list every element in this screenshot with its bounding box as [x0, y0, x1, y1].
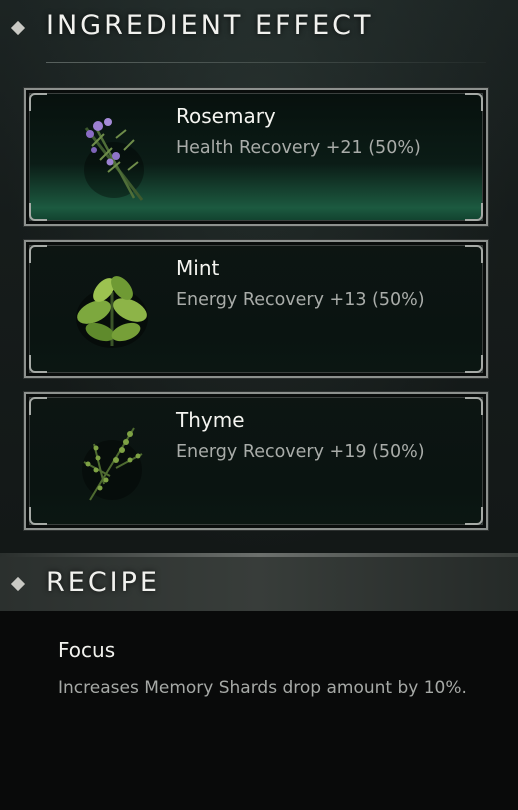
- recipe-name: Focus: [58, 638, 116, 662]
- recipe-title: RECIPE: [46, 567, 160, 598]
- frame-corner-ornament: [465, 355, 483, 373]
- rosemary-icon: [84, 118, 144, 201]
- ingredient-card-mint[interactable]: Mint Energy Recovery +13 (50%): [24, 240, 488, 378]
- diamond-bullet-icon: [10, 576, 26, 592]
- diamond-bullet-icon: [10, 20, 26, 36]
- frame-corner-ornament: [29, 507, 47, 525]
- thyme-icon: [82, 427, 143, 501]
- ingredient-effect-text: Health Recovery +21 (50%): [176, 138, 421, 158]
- ingredient-effect-header: INGREDIENT EFFECT: [0, 0, 518, 56]
- frame-corner-ornament: [29, 203, 47, 221]
- recipe-description: Increases Memory Shards drop amount by 1…: [58, 678, 467, 698]
- ingredient-card-thyme[interactable]: Thyme Energy Recovery +19 (50%): [24, 392, 488, 530]
- frame-corner-ornament: [29, 245, 47, 263]
- frame-corner-ornament: [465, 245, 483, 263]
- ingredient-name: Mint: [176, 256, 220, 280]
- frame-corner-ornament: [29, 397, 47, 415]
- frame-corner-ornament: [465, 507, 483, 525]
- ingredient-effect-text: Energy Recovery +19 (50%): [176, 442, 425, 462]
- header-divider: [46, 62, 486, 63]
- ingredient-name: Rosemary: [176, 104, 276, 128]
- ingredient-card-rosemary[interactable]: Rosemary Health Recovery +21 (50%): [24, 88, 488, 226]
- ingredient-effect-text: Energy Recovery +13 (50%): [176, 290, 425, 310]
- frame-corner-ornament: [465, 93, 483, 111]
- recipe-header: RECIPE: [0, 557, 518, 611]
- frame-corner-ornament: [465, 397, 483, 415]
- frame-corner-ornament: [29, 93, 47, 111]
- frame-corner-ornament: [29, 355, 47, 373]
- ingredient-name: Thyme: [176, 408, 245, 432]
- mint-icon: [76, 276, 148, 348]
- frame-corner-ornament: [465, 203, 483, 221]
- ingredient-effect-title: INGREDIENT EFFECT: [46, 10, 374, 41]
